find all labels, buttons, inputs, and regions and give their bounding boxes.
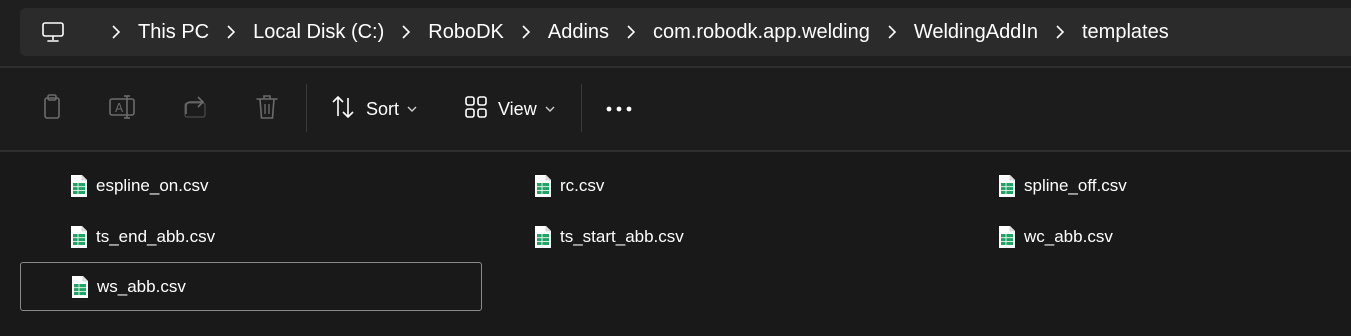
file-item-selected[interactable]: ws_abb.csv — [20, 262, 482, 311]
sort-icon — [330, 94, 356, 125]
file-item[interactable]: espline_on.csv — [20, 162, 482, 210]
breadcrumb-robodk[interactable]: RoboDK — [426, 21, 506, 44]
spreadsheet-file-icon — [998, 174, 1016, 198]
breadcrumb-addins[interactable]: Addins — [546, 21, 611, 44]
chevron-right-icon[interactable] — [104, 25, 128, 39]
more-icon — [605, 100, 633, 118]
breadcrumb-welding-addin[interactable]: WeldingAddIn — [912, 21, 1040, 44]
view-button[interactable]: View — [464, 90, 555, 128]
file-name: ts_start_abb.csv — [560, 227, 684, 246]
rename-button[interactable]: A — [106, 90, 140, 128]
command-bar: A Sort View — [0, 68, 1351, 150]
file-name: espline_on.csv — [96, 176, 209, 195]
sort-button[interactable]: Sort — [330, 90, 417, 128]
more-options-button[interactable] — [604, 90, 634, 128]
breadcrumb-this-pc[interactable]: This PC — [136, 21, 211, 44]
chevron-right-icon[interactable] — [514, 25, 538, 39]
breadcrumb-welding-app[interactable]: com.robodk.app.welding — [651, 21, 872, 44]
file-item[interactable]: spline_off.csv — [948, 162, 1348, 210]
copy-icon — [39, 93, 65, 126]
file-list: espline_on.csv rc.csv spline_off.csv ts_… — [0, 152, 1351, 336]
file-name: spline_off.csv — [1024, 176, 1127, 195]
chevron-right-icon[interactable] — [1048, 25, 1072, 39]
trash-icon — [254, 93, 280, 126]
file-name: ts_end_abb.csv — [96, 227, 216, 246]
svg-text:A: A — [115, 101, 124, 115]
copy-button[interactable] — [36, 90, 68, 128]
file-name: rc.csv — [560, 176, 605, 195]
rename-icon: A — [108, 94, 138, 125]
view-label: View — [498, 98, 537, 119]
breadcrumb-local-disk[interactable]: Local Disk (C:) — [251, 21, 386, 44]
chevron-right-icon[interactable] — [619, 25, 643, 39]
file-name: wc_abb.csv — [1024, 227, 1113, 246]
share-button[interactable] — [180, 90, 212, 128]
file-name: ws_abb.csv — [97, 276, 186, 296]
file-item[interactable]: wc_abb.csv — [948, 213, 1348, 261]
chevron-down-icon — [545, 105, 555, 113]
file-item[interactable]: ts_end_abb.csv — [20, 213, 482, 261]
file-item[interactable]: ts_start_abb.csv — [484, 213, 946, 261]
spreadsheet-file-icon — [534, 174, 552, 198]
toolbar-separator — [306, 84, 307, 132]
spreadsheet-file-icon — [534, 225, 552, 249]
address-bar-region: This PC Local Disk (C:) RoboDK Addins co… — [0, 0, 1351, 66]
spreadsheet-file-icon — [71, 275, 89, 299]
chevron-right-icon[interactable] — [394, 25, 418, 39]
sort-label: Sort — [366, 98, 400, 119]
grid-view-icon — [464, 95, 488, 124]
file-item[interactable]: rc.csv — [484, 162, 946, 210]
chevron-right-icon[interactable] — [219, 25, 243, 39]
share-icon — [182, 94, 210, 125]
chevron-right-icon[interactable] — [880, 25, 904, 39]
toolbar-separator — [581, 84, 582, 132]
spreadsheet-file-icon — [70, 174, 88, 198]
chevron-down-icon — [407, 105, 417, 113]
spreadsheet-file-icon — [998, 225, 1016, 249]
address-bar[interactable]: This PC Local Disk (C:) RoboDK Addins co… — [20, 8, 1351, 56]
breadcrumb-templates[interactable]: templates — [1080, 21, 1171, 44]
monitor-icon[interactable] — [40, 20, 66, 44]
delete-button[interactable] — [252, 90, 282, 128]
spreadsheet-file-icon — [70, 225, 88, 249]
